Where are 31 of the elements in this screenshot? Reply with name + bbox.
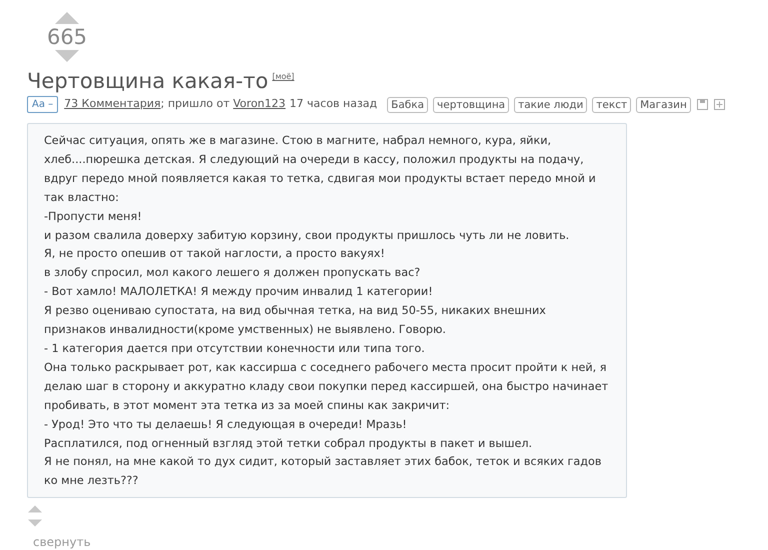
body-paragraph: Сейчас ситуация, опять же в магазине. Стою в магните, набрал немного, кура, яйки, хлеб....пюрешка детская. Я следующий на очереди в кассу, положил продукты на подачу, вдруг передо мной появляется какая то тетка, сдвигая мои продукты встает передо мной и так властно: [44,133,597,206]
downvote-arrow-icon[interactable] [55,50,79,62]
tag[interactable]: такие люди [514,96,588,112]
body-paragraph: Она только раскрывает рот, как кассирша с соседнего рабочего места просит пройти к ней, я делаю шаг в сторону и аккуратно кладу свои покупки перед кассиршей, она быстро начинает пробивать, в этот момент эта тетка из за моей спины как закричит: [44,360,610,414]
tag[interactable]: Магазин [636,96,691,112]
body-paragraph: и разом свалила доверху забитую корзину, свои продукты пришлось чуть ли не ловить. [44,228,570,244]
tag[interactable]: чертовщина [433,96,510,112]
body-paragraph: Я не понял, на мне какой то дух сидит, который заставляет этих бабок, теток и всяких гадов ко мне лезть??? [44,454,602,490]
downvote-arrow-icon[interactable] [28,519,42,528]
post-time: 17 часов назад [290,96,378,112]
comments-link[interactable]: 73 Комментария [64,96,161,113]
rating-score: 665 [46,24,88,50]
save-icon[interactable] [696,99,708,110]
body-paragraph: -Пропусти меня! [44,208,143,225]
body-paragraph: - Урод! Это что ты делаешь! Я следующая в очереди! Мразь! [44,416,408,433]
body-paragraph: Я, не просто опешив от такой наглости, а просто вакуях! [44,246,386,262]
body-paragraph: Расплатился, под огненный взгляд этой тетки собрал продукты в пакет и вышел. [44,436,534,452]
tag[interactable]: Бабка [387,96,428,112]
body-paragraph: в злобу спросил, мол какого лешего я должен пропускать вас? [44,265,422,282]
upvote-arrow-icon[interactable] [55,12,79,24]
font-size-toggle[interactable]: Aa – [27,96,58,113]
body-paragraph: - Вот хамло! МАЛОЛЕТКА! Я между прочим инвалид 1 категории! [44,284,434,300]
post-title: Чертовщина какая-то [27,68,268,94]
body-paragraph: Я резво оцениваю супостата, на вид обычная тетка, на вид 50-55, никаких внешних признаков инвалидности(кроме умственных) не выявлено. Говорю. [44,303,547,338]
plus-icon[interactable] [714,99,725,110]
body-paragraph: - 1 категория дается при отсутствии конечности или типа того. [44,340,426,357]
title-label: [моё] [272,71,294,83]
posted-from-text: ; пришло от [160,96,231,112]
upvote-arrow-icon[interactable] [28,505,42,514]
tag[interactable]: текст [592,96,632,112]
author-link[interactable]: Voron123 [233,96,286,113]
